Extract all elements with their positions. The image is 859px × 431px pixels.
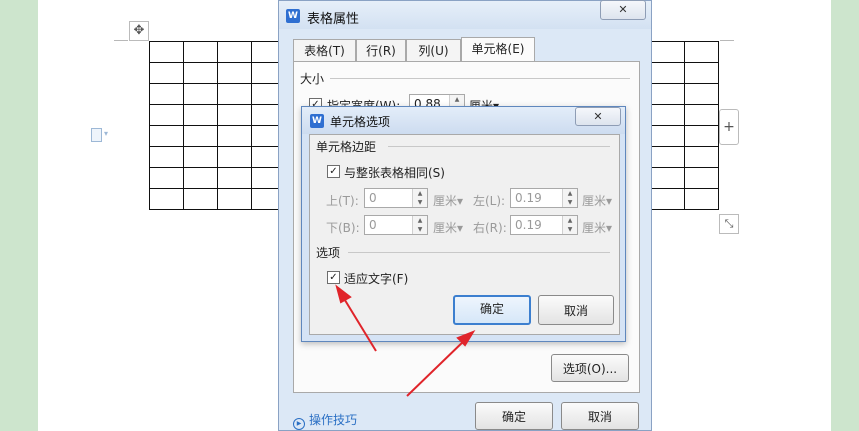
watermark-url: jingyan.baidu.com	[700, 401, 820, 415]
paw-icon: ❀	[714, 335, 740, 370]
arrow-head-icon	[335, 284, 352, 304]
baidu-jingyan-watermark: Bai du ❀ 经验 jingyan.baidu.com	[662, 335, 822, 431]
arrow-to-ok-button	[406, 336, 469, 397]
watermark-suffix: 经验	[774, 367, 822, 395]
arrow-head-icon	[456, 329, 476, 347]
arrow-to-fit-text	[339, 291, 377, 352]
